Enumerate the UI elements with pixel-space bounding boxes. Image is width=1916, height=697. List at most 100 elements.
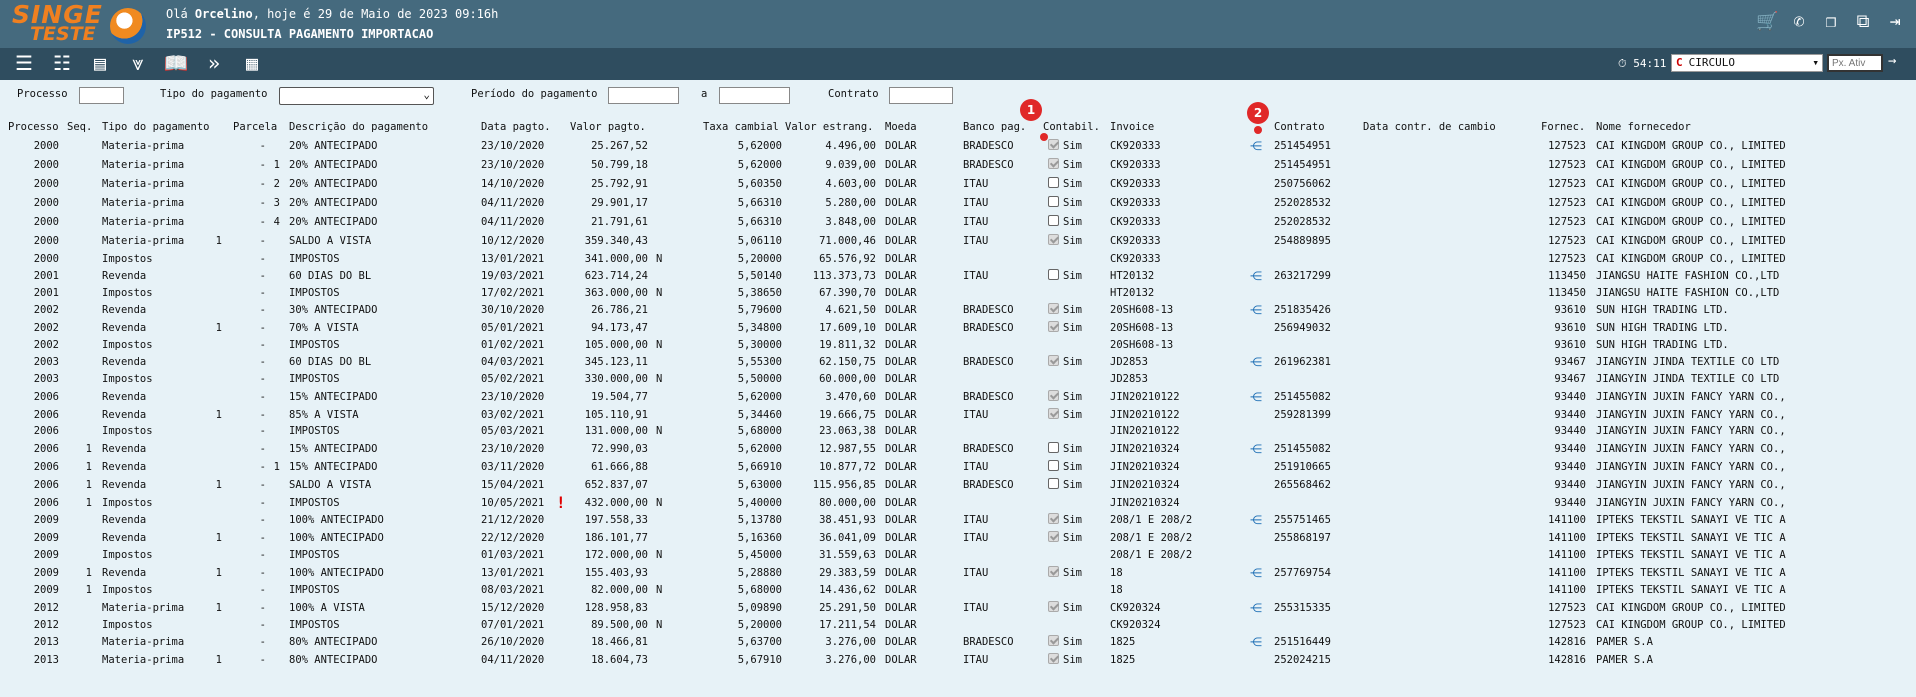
tree-icon[interactable]: ⋲ bbox=[1250, 566, 1262, 580]
company-select[interactable]: C CIRCULO ▾ bbox=[1671, 54, 1823, 72]
periodo-end-input[interactable] bbox=[719, 87, 790, 104]
phone-icon[interactable]: ✆ bbox=[1788, 12, 1810, 32]
col-valor[interactable]: Valor pagto. bbox=[570, 121, 646, 133]
table-row[interactable]: 2000 Materia-prima -4 20% ANTECIPADO 04/11/2… bbox=[0, 213, 1916, 230]
cell-parcela-sep: - bbox=[259, 497, 266, 509]
table-row[interactable]: 2003 Revenda - 60 DIAS DO BL 04/03/2021 345.1… bbox=[0, 353, 1916, 370]
tree-icon[interactable]: ⋲ bbox=[1250, 390, 1262, 404]
table-row[interactable]: 2009 1 Impostos - IMPOSTOS 08/03/2021 82.000,0… bbox=[0, 581, 1916, 598]
tree-icon[interactable]: ⋲ bbox=[1250, 355, 1262, 369]
cell-processo: 2001 bbox=[33, 287, 59, 299]
table-row[interactable]: 2002 Impostos - IMPOSTOS 01/02/2021 105.000,0… bbox=[0, 336, 1916, 353]
contabil-checkbox[interactable] bbox=[1048, 478, 1059, 489]
tree-icon[interactable]: ⋲ bbox=[1250, 269, 1262, 283]
cell-invoice: CK920333 bbox=[1110, 178, 1161, 190]
cell-processo: 2000 bbox=[33, 197, 59, 209]
periodo-start-input[interactable] bbox=[608, 87, 679, 104]
cell-banco: BRADESCO bbox=[963, 443, 1014, 455]
cart-icon[interactable]: 🛒 bbox=[1756, 12, 1778, 32]
col-seq[interactable]: Seq. bbox=[67, 121, 92, 133]
table-row[interactable]: 2009 Impostos - IMPOSTOS 01/03/2021 172.000,0… bbox=[0, 546, 1916, 563]
table-row[interactable]: 2000 Materia-prima 1- SALDO A VISTA 10/12/20… bbox=[0, 232, 1916, 249]
col-fornec[interactable]: Fornec. bbox=[1541, 121, 1585, 133]
cell-valor: 94.173,47 bbox=[591, 322, 648, 334]
tree-icon[interactable]: ⋲ bbox=[1250, 601, 1262, 615]
table-row[interactable]: 2000 Materia-prima -2 20% ANTECIPADO 14/10/2… bbox=[0, 175, 1916, 192]
book-icon[interactable]: 📖 bbox=[162, 51, 190, 75]
col-descricao[interactable]: Descrição do pagamento bbox=[289, 121, 428, 133]
form-icon[interactable]: ▤ bbox=[86, 51, 114, 75]
col-processo[interactable]: Processo bbox=[8, 121, 59, 133]
collapse-all-icon[interactable]: ⩔ bbox=[124, 51, 152, 75]
tree-icon[interactable]: ⋲ bbox=[1250, 442, 1262, 456]
table-row[interactable]: 2006 Revenda - 15% ANTECIPADO 23/10/2020 19.5… bbox=[0, 388, 1916, 405]
list-icon[interactable]: ☰ bbox=[10, 51, 38, 75]
cell-nome: SUN HIGH TRADING LTD. bbox=[1596, 322, 1729, 334]
go-arrow-icon[interactable]: → bbox=[1888, 53, 1896, 69]
copy-icon[interactable]: ⧉ bbox=[1852, 12, 1874, 32]
checklist-icon[interactable]: ☷ bbox=[48, 51, 76, 75]
tree-icon[interactable]: ⋲ bbox=[1250, 635, 1262, 649]
tipo-filter-select[interactable]: ⌄ bbox=[279, 87, 434, 105]
table-row[interactable]: 2012 Impostos - IMPOSTOS 07/01/2021 89.500,00… bbox=[0, 616, 1916, 633]
forward-icon[interactable]: » bbox=[200, 51, 228, 75]
col-tipo[interactable]: Tipo do pagamento bbox=[102, 121, 209, 133]
logout-icon[interactable]: ⇥ bbox=[1884, 12, 1906, 32]
table-row[interactable]: 2000 Materia-prima - 20% ANTECIPADO 23/10/20… bbox=[0, 137, 1916, 154]
table-row[interactable]: 2000 Materia-prima -3 20% ANTECIPADO 04/11/2… bbox=[0, 194, 1916, 211]
contabil-checkbox[interactable] bbox=[1048, 269, 1059, 280]
table-row[interactable]: 2013 Materia-prima - 80% ANTECIPADO 26/10/20… bbox=[0, 633, 1916, 650]
cell-processo: 2006 bbox=[33, 409, 59, 421]
contabil-checkbox bbox=[1048, 635, 1059, 646]
cell-data: 10/12/2020 bbox=[481, 235, 545, 247]
col-nome[interactable]: Nome fornecedor bbox=[1596, 121, 1691, 133]
cell-n-flag: N bbox=[656, 584, 663, 596]
windows-icon[interactable]: ❐ bbox=[1820, 12, 1842, 32]
col-contabil[interactable]: Contabil. bbox=[1043, 121, 1100, 133]
cell-invoice: CK920333 bbox=[1110, 235, 1161, 247]
table-row[interactable]: 2000 Materia-prima -1 20% ANTECIPADO 23/10/2… bbox=[0, 156, 1916, 173]
table-row[interactable]: 2006 1 Revenda 1- SALDO A VISTA 15/04/2021 652… bbox=[0, 476, 1916, 493]
tree-icon[interactable]: ⋲ bbox=[1250, 139, 1262, 153]
col-valor-estrang[interactable]: Valor estrang. bbox=[785, 121, 874, 133]
table-row[interactable]: 2006 1 Revenda -1 15% ANTECIPADO 03/11/2020 61… bbox=[0, 458, 1916, 475]
table-row[interactable]: 2001 Impostos - IMPOSTOS 17/02/2021 363.000,0… bbox=[0, 284, 1916, 301]
col-moeda[interactable]: Moeda bbox=[885, 121, 917, 133]
table-row[interactable]: 2003 Impostos - IMPOSTOS 05/02/2021 330.000,0… bbox=[0, 370, 1916, 387]
contabil-checkbox[interactable] bbox=[1048, 196, 1059, 207]
table-row[interactable]: 2002 Revenda - 30% ANTECIPADO 30/10/2020 26.7… bbox=[0, 301, 1916, 318]
tree-icon[interactable]: ⋲ bbox=[1250, 513, 1262, 527]
table-row[interactable]: 2000 Impostos - IMPOSTOS 13/01/2021 341.000,0… bbox=[0, 250, 1916, 267]
tree-icon[interactable]: ⋲ bbox=[1250, 303, 1262, 317]
table-row[interactable]: 2009 Revenda 1-100% ANTECIPADO 22/12/2020 18… bbox=[0, 529, 1916, 546]
col-data-contr[interactable]: Data contr. de cambio bbox=[1363, 121, 1496, 133]
table-row[interactable]: 2006 1 Impostos - IMPOSTOS 10/05/2021 432.000,… bbox=[0, 493, 1916, 512]
contabil-checkbox[interactable] bbox=[1048, 442, 1059, 453]
col-contrato[interactable]: Contrato bbox=[1274, 121, 1325, 133]
contrato-filter-input[interactable] bbox=[889, 87, 953, 104]
cell-data: 30/10/2020 bbox=[481, 304, 545, 316]
cell-invoice: 20SH608-13 bbox=[1110, 304, 1174, 316]
table-row[interactable]: 2009 Revenda - 100% ANTECIPADO 21/12/2020 197… bbox=[0, 511, 1916, 528]
col-invoice[interactable]: Invoice bbox=[1110, 121, 1154, 133]
table-row[interactable]: 2006 1 Revenda - 15% ANTECIPADO 23/10/2020 72.… bbox=[0, 440, 1916, 457]
col-data[interactable]: Data pagto. bbox=[481, 121, 551, 133]
cell-nome: JIANGYIN JUXIN FANCY YARN CO., bbox=[1596, 479, 1786, 491]
col-parcela[interactable]: Parcela bbox=[233, 121, 277, 133]
col-taxa[interactable]: Taxa cambial bbox=[703, 121, 779, 133]
table-row[interactable]: 2013 Materia-prima 1-80% ANTECIPADO 04/11/2… bbox=[0, 651, 1916, 668]
table-row[interactable]: 2002 Revenda 1-70% A VISTA 05/01/2021 94.173… bbox=[0, 319, 1916, 336]
col-banco[interactable]: Banco pag. bbox=[963, 121, 1026, 133]
contabil-checkbox[interactable] bbox=[1048, 460, 1059, 471]
table-row[interactable]: 2012 Materia-prima 1-100% A VISTA 15/12/202… bbox=[0, 599, 1916, 616]
table-row[interactable]: 2009 1 Revenda 1-100% ANTECIPADO 13/01/2021 1… bbox=[0, 564, 1916, 581]
table-row[interactable]: 2006 Impostos - IMPOSTOS 05/03/2021 131.000,0… bbox=[0, 422, 1916, 439]
contabil-checkbox[interactable] bbox=[1048, 177, 1059, 188]
processo-filter-input[interactable] bbox=[79, 87, 124, 104]
px-ativ-input[interactable] bbox=[1827, 54, 1883, 72]
table-row[interactable]: 2006 Revenda 1-85% A VISTA 03/02/2021 105.11… bbox=[0, 406, 1916, 423]
cell-valor: 105.110,91 bbox=[584, 409, 648, 421]
table-row[interactable]: 2001 Revenda - 60 DIAS DO BL 19/03/2021 623.7… bbox=[0, 267, 1916, 284]
contabil-checkbox[interactable] bbox=[1048, 215, 1059, 226]
csv-export-icon[interactable]: ▦ bbox=[238, 51, 266, 75]
